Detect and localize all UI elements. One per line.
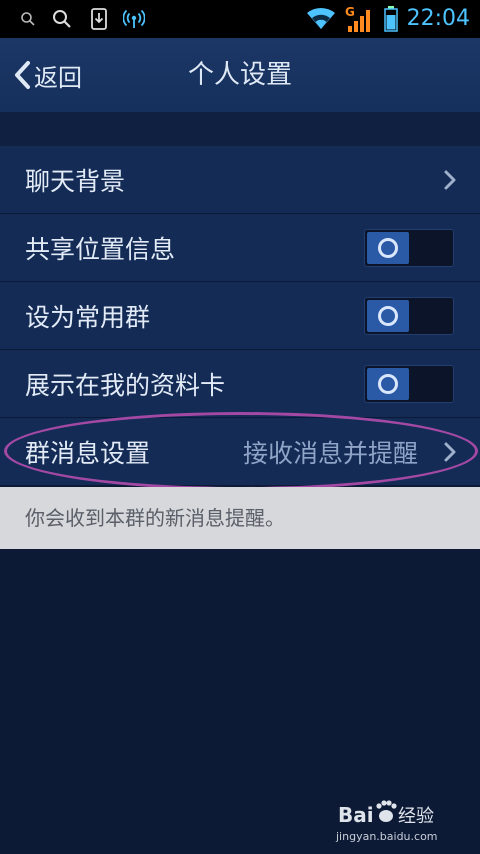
section-gap bbox=[0, 112, 480, 146]
circle-icon bbox=[378, 238, 398, 258]
chevron-right-icon bbox=[444, 170, 456, 190]
status-bar: G 22:04 bbox=[0, 0, 480, 38]
setting-row-frequent-group: 设为常用群 bbox=[0, 282, 480, 350]
watermark-url: jingyan.baidu.com bbox=[335, 830, 438, 843]
setting-row-group-message[interactable]: 群消息设置 接收消息并提醒 bbox=[0, 418, 480, 485]
wifi-icon bbox=[304, 0, 338, 38]
hint-band: 你会收到本群的新消息提醒。 bbox=[0, 487, 480, 549]
setting-label: 共享位置信息 bbox=[25, 234, 176, 264]
paw-icon bbox=[376, 800, 397, 822]
watermark-brand-a: Bai bbox=[338, 803, 374, 827]
setting-row-chat-background[interactable]: 聊天背景 bbox=[0, 146, 480, 214]
network-type-label: G bbox=[345, 5, 355, 19]
share-location-toggle[interactable] bbox=[364, 229, 454, 267]
chevron-left-icon bbox=[15, 61, 30, 89]
show-on-profile-toggle[interactable] bbox=[364, 365, 454, 403]
toggle-knob bbox=[367, 232, 409, 264]
toggle-knob bbox=[367, 300, 409, 332]
baidu-jingyan-watermark: Bai 经验 jingyan.baidu.com bbox=[335, 800, 438, 843]
setting-row-share-location: 共享位置信息 bbox=[0, 214, 480, 282]
settings-list: 聊天背景 共享位置信息 设为常用群 展示在我的资料卡 群消息设置 接收消息并提醒 bbox=[0, 146, 480, 485]
setting-label: 展示在我的资料卡 bbox=[25, 370, 226, 400]
frequent-group-toggle[interactable] bbox=[364, 297, 454, 335]
magnifier-icon bbox=[50, 0, 74, 38]
toggle-knob bbox=[367, 368, 409, 400]
setting-label: 聊天背景 bbox=[25, 166, 126, 196]
group-message-value: 接收消息并提醒 bbox=[242, 438, 418, 468]
signal-icon: G bbox=[344, 0, 374, 38]
watermark-brand-b: 经验 bbox=[398, 806, 434, 827]
circle-icon bbox=[378, 374, 398, 394]
back-label: 返回 bbox=[34, 63, 82, 92]
header: 返回 个人设置 bbox=[0, 38, 480, 113]
download-icon bbox=[88, 0, 110, 38]
status-time: 22:04 bbox=[406, 6, 470, 31]
setting-label: 设为常用群 bbox=[25, 302, 151, 332]
setting-row-show-on-profile: 展示在我的资料卡 bbox=[0, 350, 480, 418]
hint-text: 你会收到本群的新消息提醒。 bbox=[25, 506, 285, 530]
setting-label: 群消息设置 bbox=[25, 438, 151, 468]
chevron-right-icon bbox=[444, 442, 456, 462]
battery-icon bbox=[382, 0, 400, 38]
broadcast-icon bbox=[122, 0, 146, 38]
circle-icon bbox=[378, 306, 398, 326]
search-icon bbox=[18, 0, 38, 38]
back-button[interactable]: 返回 bbox=[12, 52, 82, 98]
